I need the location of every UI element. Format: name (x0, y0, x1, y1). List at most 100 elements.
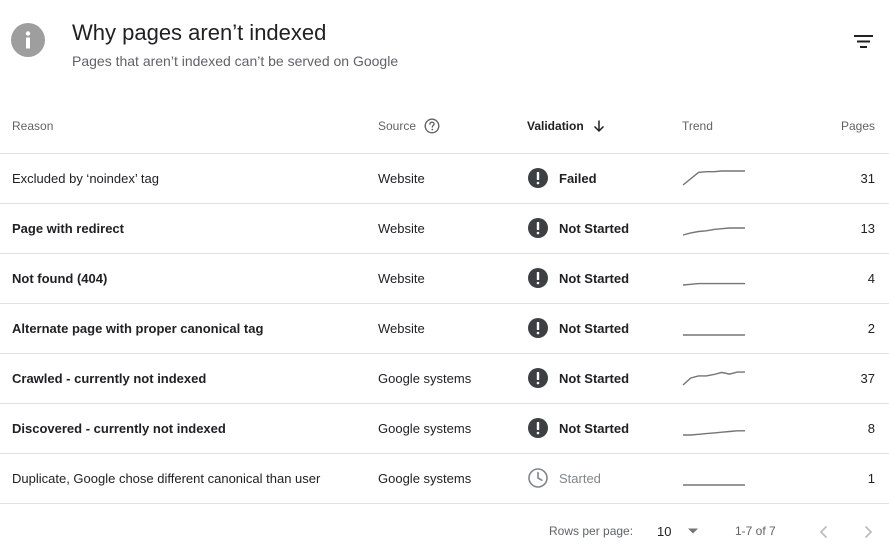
table-row[interactable]: Excluded by ‘noindex’ tag Website Failed 31 (0, 153, 889, 204)
trend-sparkline (683, 430, 745, 436)
reasons-table: Reason Source Validation Trend Pages Exc… (0, 100, 889, 504)
row-reason: Duplicate, Google chose different canoni… (0, 453, 378, 504)
validation-status: Not Started (527, 417, 682, 439)
table-row[interactable]: Not found (404) Website Not Started 4 (0, 253, 889, 304)
trend-sparkline (682, 170, 745, 186)
table-row[interactable]: Crawled - currently not indexed Google sy… (0, 353, 889, 404)
row-trend (682, 203, 802, 254)
row-trend (682, 353, 802, 404)
row-source: Website (378, 153, 527, 204)
validation-text: Not Started (559, 320, 630, 336)
row-reason: Alternate page with proper canonical tag (0, 303, 378, 354)
trend-sparkline (682, 371, 745, 386)
validation-status: Not Started (527, 317, 682, 339)
row-pages: 4 (802, 253, 889, 304)
column-header-source[interactable]: Source (378, 100, 527, 154)
exclamation-circle-icon (528, 368, 548, 388)
trend-sparkline (683, 484, 745, 486)
column-header-validation[interactable]: Validation (527, 100, 682, 154)
row-validation: Not Started (527, 353, 682, 404)
validation-text: Not Started (559, 220, 630, 236)
column-header-trend: Trend (682, 100, 802, 154)
validation-text: Not Started (559, 370, 630, 386)
table-row[interactable]: Discovered - currently not indexed Google… (0, 403, 889, 454)
clock-icon (528, 468, 548, 488)
table-row[interactable]: Duplicate, Google chose different canoni… (0, 453, 889, 504)
info-icon (11, 23, 45, 57)
filter-button[interactable] (849, 28, 879, 56)
row-pages: 13 (802, 203, 889, 254)
help-circle-icon[interactable] (424, 118, 440, 134)
column-header-pages[interactable]: Pages (802, 100, 889, 154)
row-source: Google systems (378, 453, 527, 504)
row-validation: Not Started (527, 303, 682, 354)
pagination-range: 1-7 of 7 (735, 524, 776, 538)
filter-icon (854, 35, 873, 48)
row-source: Google systems (378, 403, 527, 454)
chevron-right-icon (864, 525, 873, 539)
row-source: Website (378, 303, 527, 354)
row-trend (682, 253, 802, 304)
validation-text: Not Started (559, 420, 630, 436)
validation-text: Failed (559, 170, 597, 186)
row-validation: Not Started (527, 403, 682, 454)
trend-sparkline (682, 227, 745, 236)
exclamation-circle-icon (528, 318, 548, 338)
chevron-left-icon (819, 525, 828, 539)
trend-line (682, 371, 745, 386)
exclamation-circle-icon (528, 418, 548, 438)
table-row[interactable]: Page with redirect Website Not Started 13 (0, 203, 889, 254)
table-header-row: Reason Source Validation Trend Pages (0, 100, 889, 154)
validation-status: Not Started (527, 267, 682, 289)
trend-line (683, 430, 745, 436)
row-validation: Not Started (527, 253, 682, 304)
row-validation: Failed (527, 153, 682, 204)
table-body: Excluded by ‘noindex’ tag Website Failed 31… (0, 153, 889, 504)
row-reason: Crawled - currently not indexed (0, 353, 378, 404)
previous-page-button[interactable] (812, 520, 836, 544)
validation-text: Not Started (559, 270, 630, 286)
row-trend (682, 153, 802, 204)
page-subtitle: Pages that aren’t indexed can’t be serve… (72, 53, 399, 69)
row-source: Google systems (378, 353, 527, 404)
validation-status: Failed (527, 167, 682, 189)
row-trend (682, 303, 802, 354)
exclamation-circle-icon (528, 218, 548, 238)
row-validation: Not Started (527, 203, 682, 254)
trend-sparkline (683, 334, 745, 336)
row-pages: 8 (802, 403, 889, 454)
row-trend (682, 453, 802, 504)
trend-line (682, 227, 745, 236)
rows-per-page-value: 10 (657, 524, 672, 539)
table-row[interactable]: Alternate page with proper canonical tag… (0, 303, 889, 354)
trend-sparkline (682, 282, 745, 286)
row-source: Website (378, 253, 527, 304)
dropdown-arrow-icon (688, 528, 698, 534)
validation-status: Started (527, 467, 682, 489)
rows-per-page-select[interactable]: 10 (657, 521, 707, 543)
row-reason: Not found (404) (0, 253, 378, 304)
exclamation-circle-icon (528, 268, 548, 288)
rows-per-page-label: Rows per page: (549, 524, 634, 538)
row-reason: Discovered - currently not indexed (0, 403, 378, 454)
row-reason: Excluded by ‘noindex’ tag (0, 153, 378, 204)
row-reason: Page with redirect (0, 203, 378, 254)
row-trend (682, 403, 802, 454)
trend-line (682, 170, 745, 186)
row-pages: 1 (802, 453, 889, 504)
row-pages: 37 (802, 353, 889, 404)
validation-status: Not Started (527, 367, 682, 389)
column-header-reason[interactable]: Reason (0, 100, 378, 154)
trend-line (682, 282, 745, 286)
row-pages: 31 (802, 153, 889, 204)
validation-status: Not Started (527, 217, 682, 239)
next-page-button[interactable] (856, 520, 880, 544)
pagination-footer: Rows per page: 10 1-7 of 7 (0, 508, 889, 553)
card-header: Why pages aren’t indexed Pages that aren… (0, 0, 889, 100)
row-validation: Started (527, 453, 682, 504)
arrow-down-icon (593, 120, 604, 133)
exclamation-circle-icon (528, 168, 548, 188)
row-source: Website (378, 203, 527, 254)
page-title: Why pages aren’t indexed (72, 20, 327, 45)
validation-text: Started (559, 470, 601, 486)
